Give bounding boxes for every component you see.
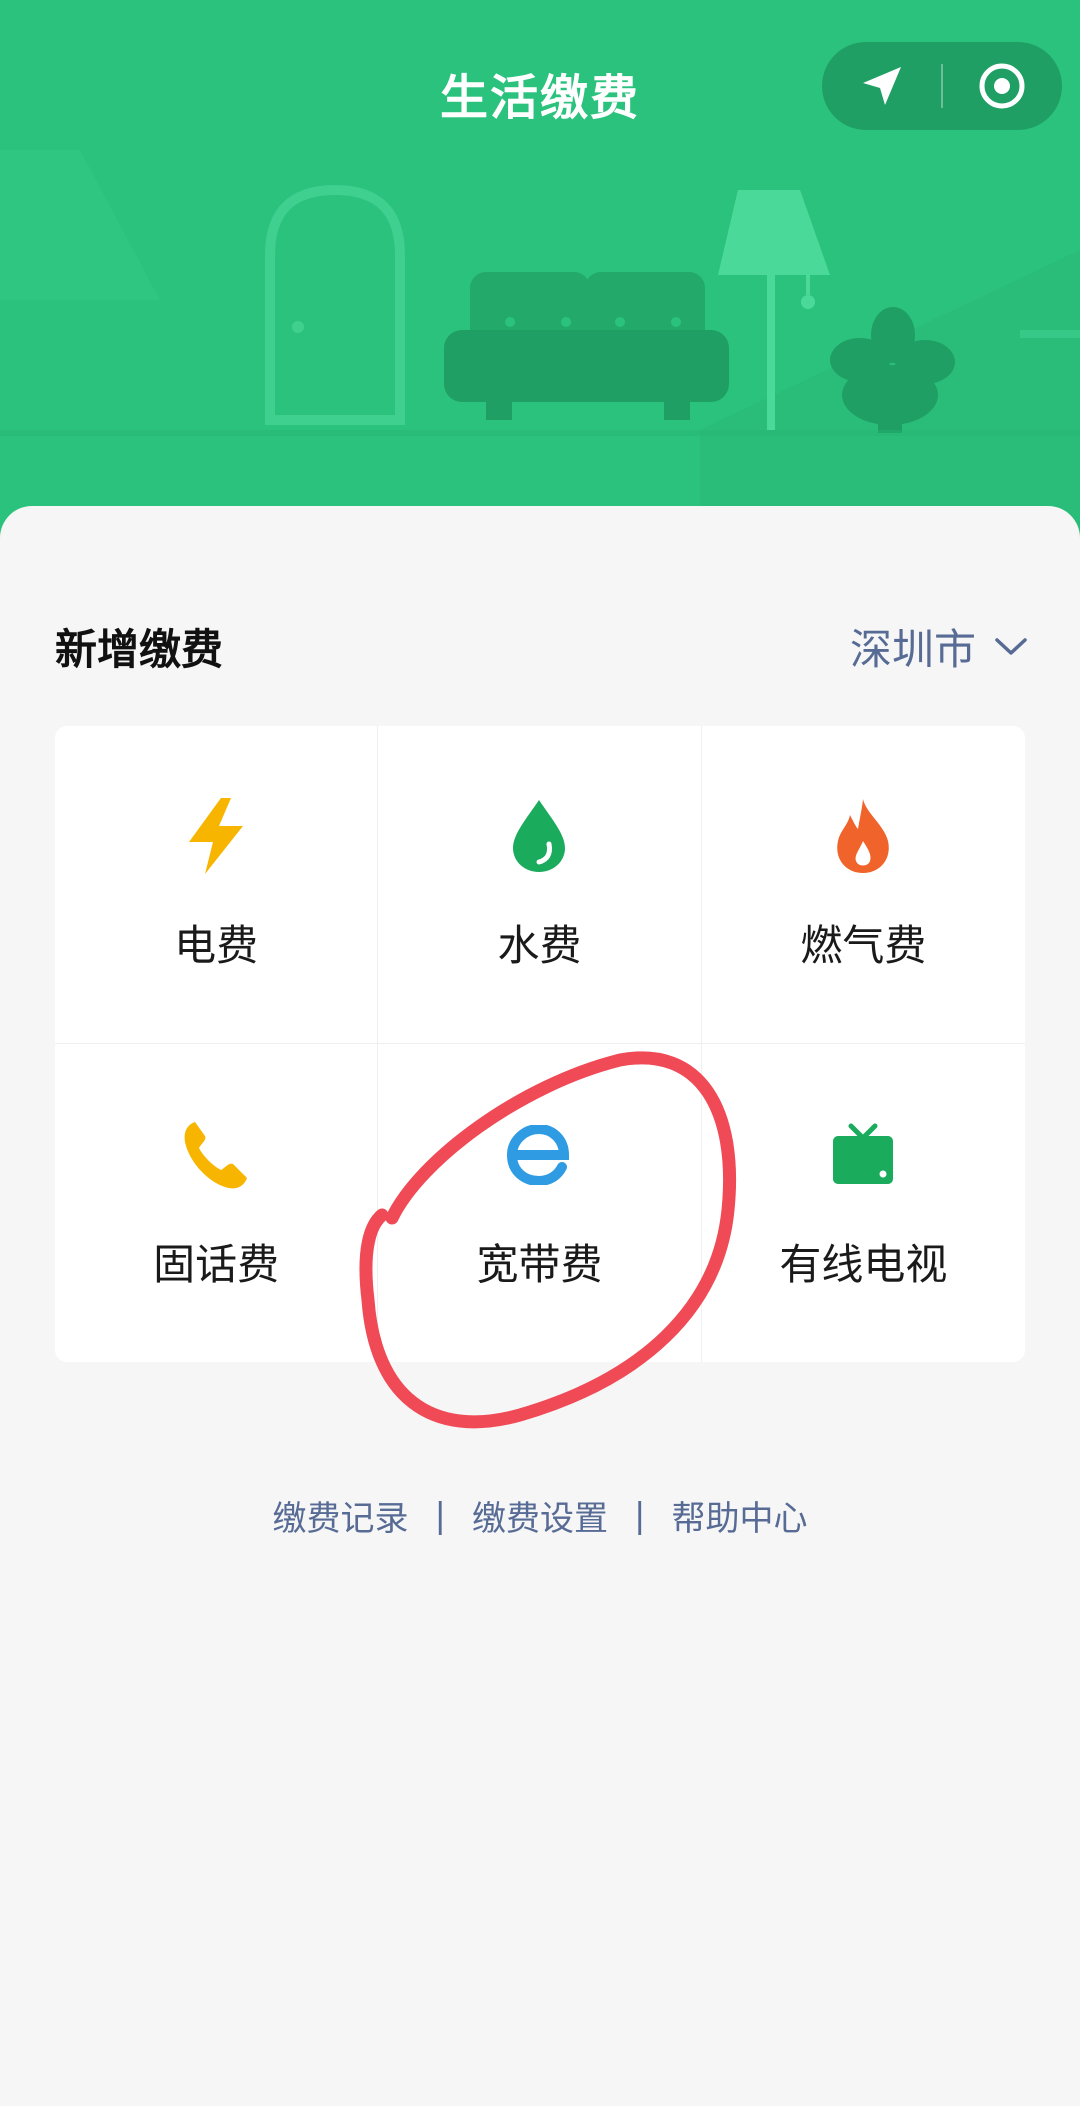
location-button[interactable] bbox=[822, 42, 942, 130]
service-electricity[interactable]: 电费 bbox=[55, 726, 379, 1044]
header-banner: 生活缴费 bbox=[0, 0, 1080, 560]
target-circle-icon bbox=[979, 63, 1025, 109]
service-label: 水费 bbox=[497, 921, 582, 970]
service-label: 燃气费 bbox=[800, 921, 927, 970]
section-title: 新增缴费 bbox=[55, 625, 224, 674]
chevron-down-icon bbox=[995, 637, 1027, 655]
service-broadband[interactable]: 宽带费 bbox=[378, 1044, 702, 1362]
help-center-link[interactable]: 帮助中心 bbox=[671, 1491, 807, 1540]
payment-history-link[interactable]: 缴费记录 bbox=[273, 1491, 409, 1540]
link-separator: | bbox=[434, 1495, 446, 1536]
water-drop-icon bbox=[513, 800, 566, 872]
city-selector[interactable]: 深圳市 bbox=[850, 616, 1028, 677]
city-name: 深圳市 bbox=[849, 625, 976, 674]
footer-links: 缴费记录 | 缴费设置 | 帮助中心 bbox=[0, 1491, 1080, 1540]
lightning-icon bbox=[189, 798, 244, 874]
service-label: 固话费 bbox=[153, 1239, 280, 1289]
service-label: 宽带费 bbox=[476, 1239, 603, 1289]
service-water[interactable]: 水费 bbox=[378, 726, 702, 1044]
link-separator: | bbox=[634, 1495, 646, 1536]
flame-icon bbox=[837, 799, 890, 873]
broadband-e-icon bbox=[507, 1124, 570, 1185]
service-grid: 电费 水费 燃气费 固话费 宽带费 有线电视 bbox=[55, 726, 1025, 1362]
service-gas[interactable]: 燃气费 bbox=[701, 726, 1025, 1044]
tv-icon bbox=[833, 1123, 894, 1184]
close-miniprogram-button[interactable] bbox=[942, 42, 1062, 130]
service-label: 电费 bbox=[174, 921, 259, 970]
payment-settings-link[interactable]: 缴费设置 bbox=[472, 1491, 608, 1540]
content-sheet: 新增缴费 深圳市 电费 水费 燃气费 固话费 宽带费 有线电视 缴费记录 | 缴… bbox=[0, 506, 1080, 2106]
service-cable-tv[interactable]: 有线电视 bbox=[702, 1044, 1025, 1362]
service-landline[interactable]: 固话费 bbox=[55, 1044, 379, 1362]
service-label: 有线电视 bbox=[779, 1239, 948, 1289]
phone-icon bbox=[184, 1121, 248, 1188]
miniprogram-capsule bbox=[822, 42, 1062, 130]
navigation-arrow-icon bbox=[863, 67, 901, 105]
